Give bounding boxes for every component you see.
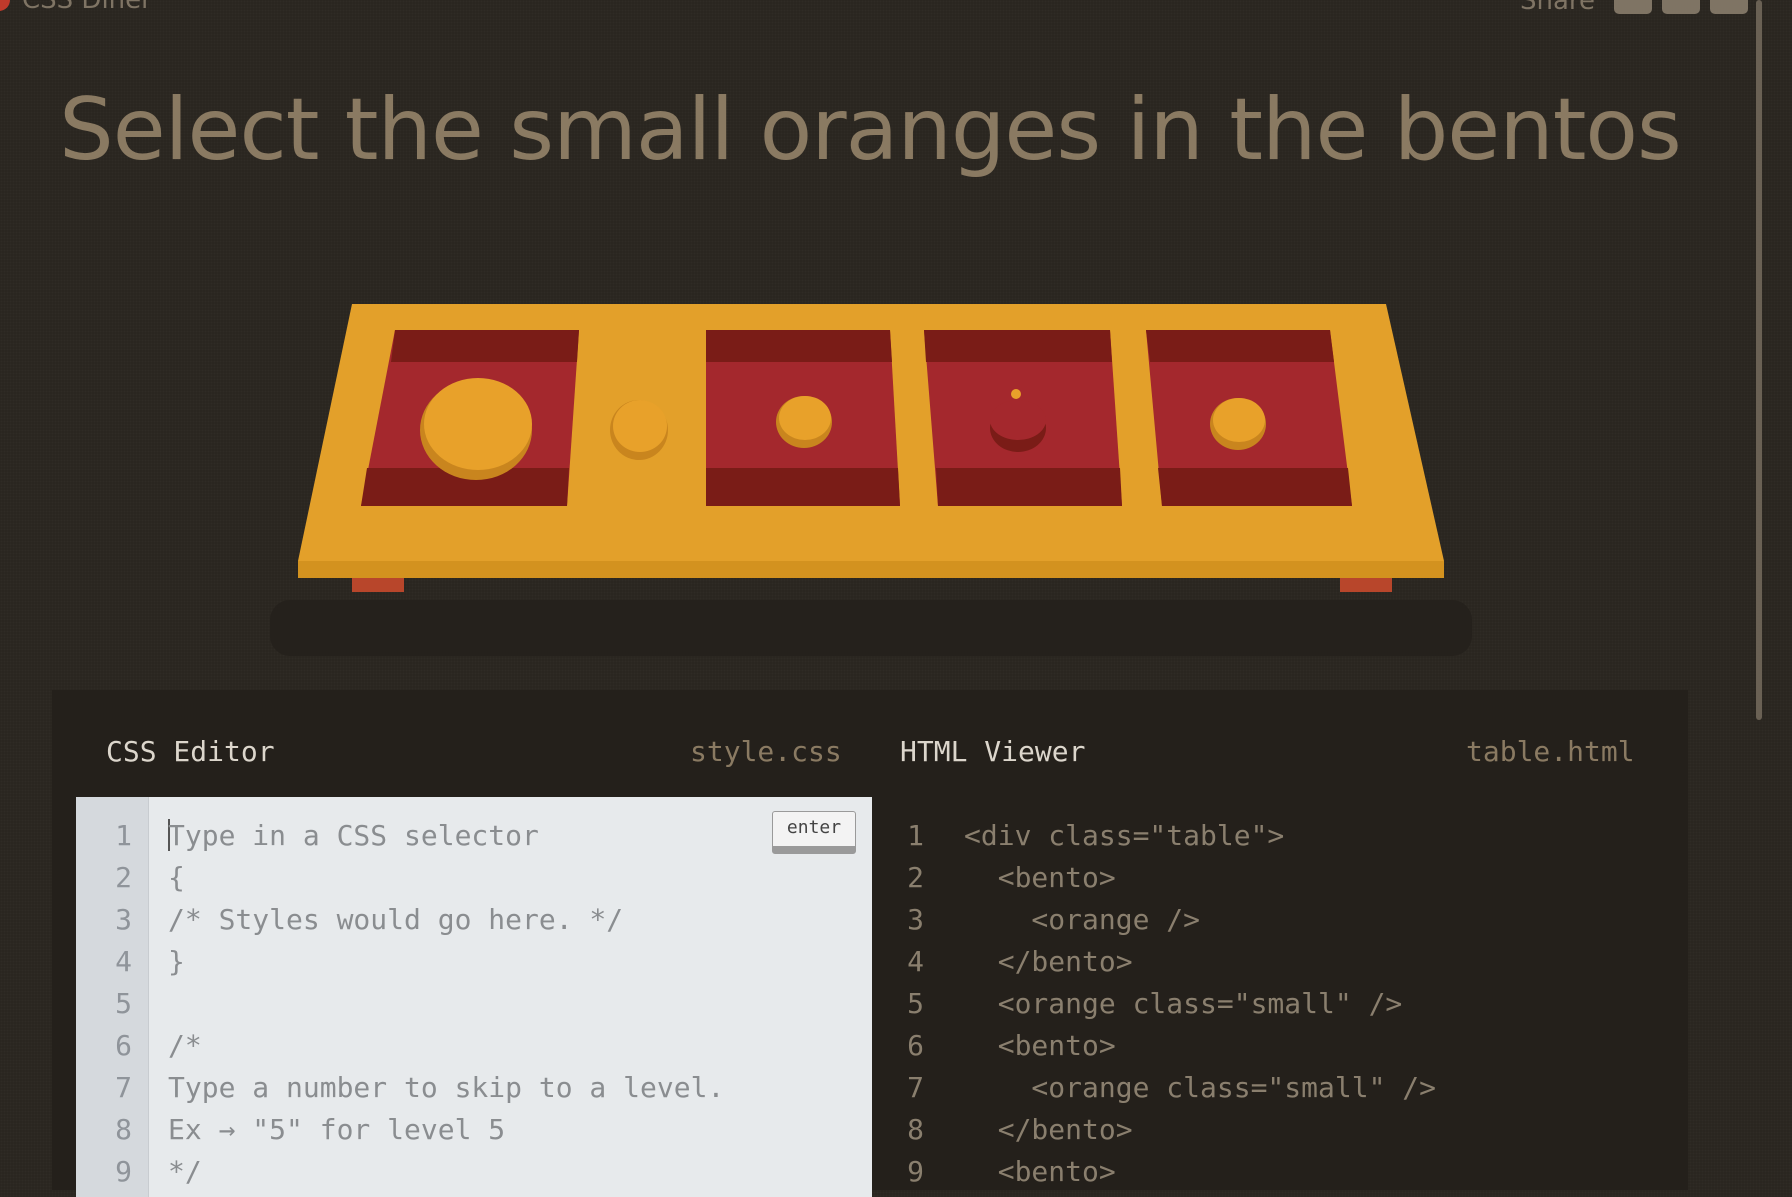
bento-2[interactable] <box>706 330 900 506</box>
table-shadow <box>270 600 1472 656</box>
top-bar: CSS Diner Share <box>0 0 1760 16</box>
code-line: /* Styles would go here. */ <box>168 903 624 936</box>
line-number: 7 <box>115 1071 132 1104</box>
page-scrollbar[interactable] <box>1756 0 1762 720</box>
facebook-icon[interactable] <box>1662 0 1700 14</box>
line-number: 9 <box>115 1155 132 1188</box>
html-line[interactable]: <bento> <box>964 857 1116 899</box>
line-number: 6 <box>115 1029 132 1062</box>
dining-table <box>298 304 1444 592</box>
email-icon[interactable] <box>1614 0 1652 14</box>
code-line: /* <box>168 1029 202 1062</box>
code-line: { <box>168 861 185 894</box>
line-number: 3 <box>907 903 924 936</box>
line-number: 8 <box>115 1113 132 1146</box>
bento-1[interactable] <box>361 330 579 506</box>
html-line[interactable]: <orange /> <box>964 899 1200 941</box>
line-number: 1 <box>907 819 924 852</box>
logo[interactable]: CSS Diner <box>0 0 152 15</box>
line-number: 4 <box>907 945 924 978</box>
selector-input[interactable]: Type in a CSS selector <box>168 815 539 857</box>
line-number: 1 <box>115 819 132 852</box>
html-line[interactable]: </bento> <box>964 1109 1133 1151</box>
line-number: 7 <box>907 1071 924 1104</box>
table-leg-left <box>352 578 404 592</box>
line-number: 4 <box>115 945 132 978</box>
html-line[interactable]: <orange class="small" /> <box>964 983 1403 1025</box>
html-viewer-title: HTML Viewer <box>900 735 1086 768</box>
table-edge <box>298 561 1444 578</box>
line-number: 5 <box>907 987 924 1020</box>
logo-text: CSS Diner <box>22 0 152 15</box>
html-line[interactable]: </bento> <box>964 941 1133 983</box>
line-number: 8 <box>907 1113 924 1146</box>
enter-button[interactable]: enter <box>772 811 856 854</box>
line-number: 6 <box>907 1029 924 1062</box>
logo-icon <box>0 0 10 11</box>
line-number: 2 <box>115 861 132 894</box>
code-line: Ex → "5" for level 5 <box>168 1113 506 1146</box>
table-leg-right <box>1340 578 1392 592</box>
line-number: 3 <box>115 903 132 936</box>
code-line: */ <box>168 1155 202 1188</box>
html-line[interactable]: <orange class="small" /> <box>964 1067 1436 1109</box>
html-line[interactable]: <bento> <box>964 1151 1116 1193</box>
bento-4[interactable] <box>1146 330 1352 506</box>
html-line[interactable]: <div class="table"> <box>964 815 1284 857</box>
twitter-icon[interactable] <box>1710 0 1748 14</box>
share-label: Share <box>1519 0 1595 16</box>
bento-3[interactable] <box>924 330 1122 506</box>
line-number: 2 <box>907 861 924 894</box>
html-line[interactable]: <bento> <box>964 1025 1116 1067</box>
line-number: 9 <box>907 1155 924 1188</box>
code-line: Type a number to skip to a level. <box>168 1071 725 1104</box>
html-viewer: 1 <div class="table"> 2 <bento> 3 <orang… <box>884 797 1684 1197</box>
code-line: } <box>168 945 185 978</box>
level-instruction: Select the small oranges in the bentos <box>59 80 1682 180</box>
css-editor-title: CSS Editor <box>106 735 275 768</box>
line-number: 5 <box>115 987 132 1020</box>
css-editor[interactable]: enter 1 Type in a CSS selector 2 { 3 /* … <box>76 797 872 1197</box>
html-filename: table.html <box>1466 735 1635 768</box>
tiny-dot <box>1011 389 1021 399</box>
css-filename: style.css <box>690 735 842 768</box>
